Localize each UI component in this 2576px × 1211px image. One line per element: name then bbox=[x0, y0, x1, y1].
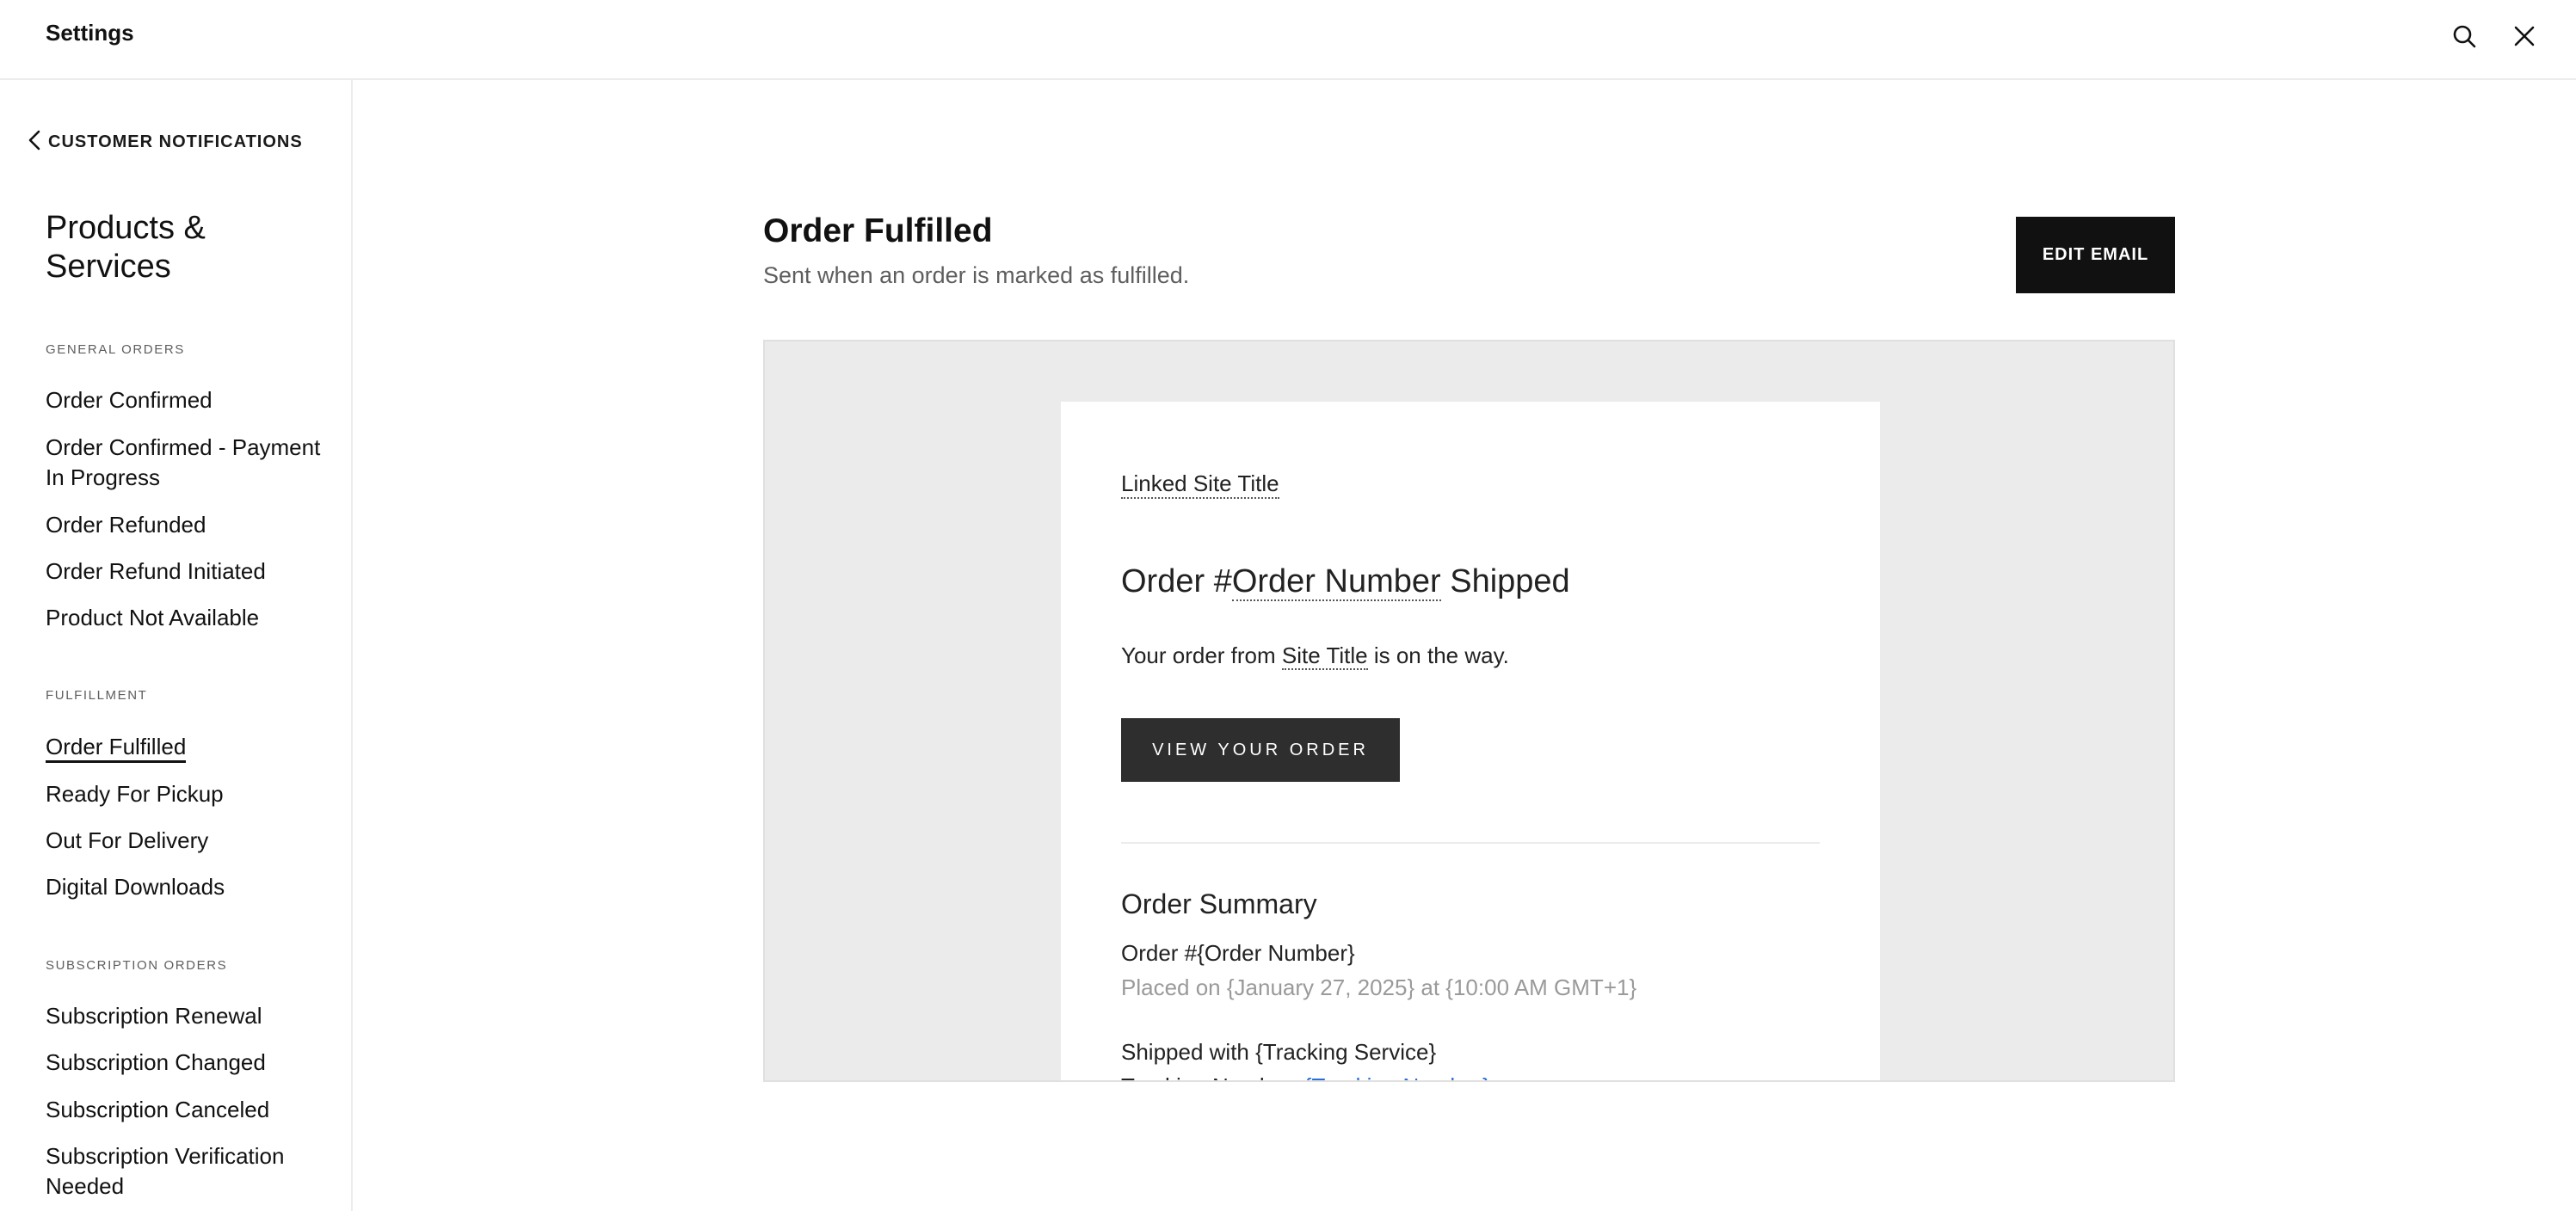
sidebar-item-label: Subscription Canceled bbox=[46, 1097, 270, 1122]
search-icon[interactable] bbox=[2445, 17, 2483, 55]
sidebar-item-subscription-verification-needed[interactable]: Subscription Verification Needed bbox=[46, 1141, 321, 1202]
sidebar-item-label: Order Confirmed bbox=[46, 387, 213, 413]
shipped-with-text: Shipped with {Tracking Service} bbox=[1121, 1039, 1436, 1066]
sidebar-item-digital-downloads[interactable]: Digital Downloads bbox=[46, 872, 321, 902]
sidebar-item-label: Digital Downloads bbox=[46, 874, 225, 900]
sidebar-item-subscription-renewal[interactable]: Subscription Renewal bbox=[46, 1001, 321, 1031]
sidebar: CUSTOMER NOTIFICATIONS Products & Servic… bbox=[0, 80, 353, 1211]
sidebar-item-label: Out For Delivery bbox=[46, 827, 209, 853]
tracking-number-prefix: Tracking Number: bbox=[1121, 1073, 1304, 1080]
group-label-general-orders: GENERAL ORDERS bbox=[46, 342, 185, 357]
app-title: Settings bbox=[46, 20, 134, 46]
sidebar-item-label: Order Refund Initiated bbox=[46, 558, 266, 584]
sidebar-item-order-refunded[interactable]: Order Refunded bbox=[46, 510, 321, 540]
tracking-number-link[interactable]: {Tracking Number} bbox=[1304, 1073, 1490, 1080]
sidebar-item-subscription-changed[interactable]: Subscription Changed bbox=[46, 1048, 321, 1078]
email-body-suffix: is on the way. bbox=[1367, 642, 1509, 668]
back-to-customer-notifications-link[interactable]: CUSTOMER NOTIFICATIONS bbox=[26, 129, 303, 156]
email-divider bbox=[1121, 842, 1820, 844]
page-title: Order Fulfilled bbox=[763, 212, 993, 249]
sidebar-item-order-confirmed[interactable]: Order Confirmed bbox=[46, 385, 321, 415]
sidebar-item-product-not-available[interactable]: Product Not Available bbox=[46, 603, 321, 633]
tracking-number-text: Tracking Number: {Tracking Number} bbox=[1121, 1073, 1490, 1080]
edit-email-button[interactable]: EDIT EMAIL bbox=[2016, 217, 2175, 293]
sidebar-item-order-refund-initiated[interactable]: Order Refund Initiated bbox=[46, 556, 321, 587]
sidebar-item-order-fulfilled[interactable]: Order Fulfilled bbox=[46, 732, 321, 763]
page-subtitle: Sent when an order is marked as fulfille… bbox=[763, 262, 1190, 288]
view-your-order-button[interactable]: VIEW YOUR ORDER bbox=[1121, 718, 1400, 782]
sidebar-item-label: Order Confirmed - Payment In Progress bbox=[46, 434, 321, 490]
email-body-variable: Site Title bbox=[1281, 642, 1368, 670]
email-heading-suffix: Shipped bbox=[1440, 563, 1570, 599]
sidebar-item-label: Ready For Pickup bbox=[46, 781, 224, 807]
top-bar: Settings bbox=[0, 0, 2576, 80]
section-title: Products & Services bbox=[46, 210, 206, 285]
email-heading-prefix: Order # bbox=[1121, 563, 1232, 599]
email-body-text: Your order from Site Title is on the way… bbox=[1121, 642, 1509, 670]
sidebar-item-label: Order Refunded bbox=[46, 512, 206, 538]
email-site-title: Linked Site Title bbox=[1121, 470, 1279, 499]
email-preview-card: Linked Site Title Order #Order Number Sh… bbox=[1061, 402, 1880, 1080]
order-placed-text: Placed on {January 27, 2025} at {10:00 A… bbox=[1121, 974, 1637, 1000]
sidebar-item-label: Subscription Renewal bbox=[46, 1003, 262, 1029]
chevron-left-icon bbox=[26, 129, 43, 156]
sidebar-item-label: Subscription Verification Needed bbox=[46, 1143, 285, 1199]
sidebar-item-label: Order Fulfilled bbox=[46, 734, 187, 763]
close-icon[interactable] bbox=[2505, 17, 2543, 55]
email-heading: Order #Order Number Shipped bbox=[1121, 563, 1570, 601]
order-number-text: Order #{Order Number} bbox=[1121, 940, 1355, 966]
order-summary-title: Order Summary bbox=[1121, 888, 1317, 919]
sidebar-item-out-for-delivery[interactable]: Out For Delivery bbox=[46, 826, 321, 856]
sidebar-item-label: Subscription Changed bbox=[46, 1049, 266, 1075]
email-heading-variable: Order Number bbox=[1231, 563, 1441, 601]
group-label-subscription-orders: SUBSCRIPTION ORDERS bbox=[46, 958, 228, 973]
tracking-service-variable: {Tracking Service} bbox=[1255, 1039, 1437, 1065]
back-link-label: CUSTOMER NOTIFICATIONS bbox=[48, 132, 303, 151]
email-preview-panel: Linked Site Title Order #Order Number Sh… bbox=[763, 340, 2175, 1082]
sidebar-item-subscription-canceled[interactable]: Subscription Canceled bbox=[46, 1095, 321, 1125]
sidebar-item-label: Product Not Available bbox=[46, 605, 260, 630]
sidebar-item-ready-for-pickup[interactable]: Ready For Pickup bbox=[46, 779, 321, 809]
group-label-fulfillment: FULFILLMENT bbox=[46, 688, 148, 703]
shipped-with-prefix: Shipped with bbox=[1121, 1039, 1256, 1065]
email-body-prefix: Your order from bbox=[1121, 642, 1282, 668]
sidebar-item-order-confirmed-payment-in-progress[interactable]: Order Confirmed - Payment In Progress bbox=[46, 433, 321, 493]
